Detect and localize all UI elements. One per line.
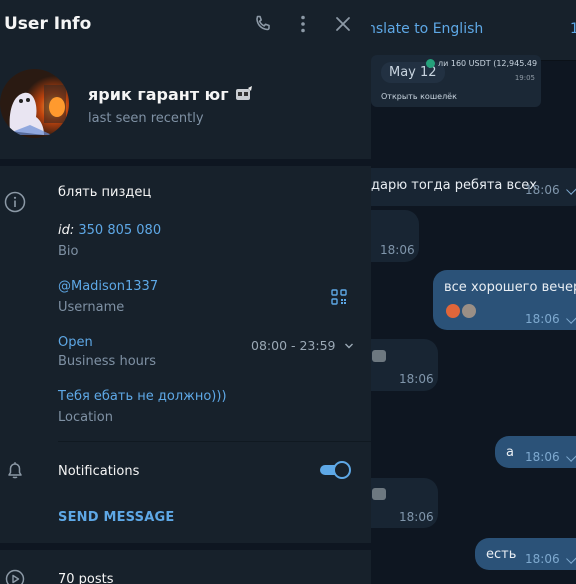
translate-link[interactable]: nslate to English (371, 21, 483, 37)
tether-icon (426, 59, 435, 68)
sticker-icon (372, 350, 386, 362)
bio-text: блять пиздец (58, 185, 152, 200)
business-hours-status: Open (58, 335, 93, 350)
message-time: 18:06 (380, 243, 415, 257)
translate-edge-text: 1 (570, 21, 576, 37)
business-hours-range: 08:00 - 23:59 (251, 338, 336, 353)
message-bubble[interactable]: дарю тогда ребята всех 18:06 (371, 168, 576, 206)
last-seen-status: last seen recently (88, 111, 204, 126)
message-time: 18:06 (525, 552, 560, 566)
open-wallet-button[interactable]: Открыть кошелёк (381, 92, 457, 101)
notifications-toggle[interactable] (320, 461, 351, 479)
read-check-icon (566, 311, 576, 324)
message-text: дарю тогда ребята всех (371, 178, 537, 193)
divider (58, 441, 371, 442)
reaction-icon[interactable] (446, 304, 460, 318)
message-bubble[interactable]: а 18:06 (495, 436, 576, 468)
profile-name: ярик гарант юг (88, 85, 253, 106)
message-bubble[interactable]: 18:06 (371, 478, 438, 528)
chat-top-bar: nslate to English 1 (371, 0, 576, 61)
message-bubble[interactable]: 18:06 (371, 210, 419, 262)
bio-label: Bio (58, 244, 79, 259)
posts-count[interactable]: 70 posts (58, 572, 114, 584)
more-vertical-icon (301, 15, 305, 33)
read-check-icon (566, 182, 576, 195)
close-button[interactable] (331, 12, 355, 36)
reaction-avatar-icon (462, 304, 476, 318)
section-separator (0, 159, 371, 166)
user-id[interactable]: id: 350 805 080 (58, 223, 161, 238)
location-label: Location (58, 410, 113, 425)
message-text: а (506, 445, 514, 460)
notifications-label: Notifications (58, 464, 140, 479)
message-bubble[interactable]: есть 18:06 (475, 538, 576, 570)
user-id-prefix: id: (58, 223, 75, 238)
phone-icon (256, 15, 270, 31)
user-info-panel: User Info ярик гарант юг last seen recen… (0, 0, 371, 584)
chevron-down-icon (344, 343, 353, 349)
message-time: 18:06 (525, 312, 560, 326)
message-time: 18:06 (399, 372, 434, 386)
business-hours-label: Business hours (58, 354, 157, 369)
call-button[interactable] (251, 12, 275, 36)
panel-title: User Info (4, 14, 92, 34)
avatar[interactable] (0, 69, 69, 138)
message-time: 18:06 (525, 183, 560, 197)
message-text: есть (486, 547, 517, 562)
username-label: Username (58, 300, 125, 315)
message-time: 18:06 (525, 450, 560, 464)
read-check-icon (566, 551, 576, 564)
message-bubble[interactable]: все хорошего вечера 18:06 (433, 270, 576, 330)
bell-icon (5, 460, 25, 484)
read-check-icon (566, 449, 576, 462)
message-text: все хорошего вечера (444, 280, 576, 295)
wallet-time: 19:05 (514, 74, 535, 82)
message-bubble[interactable]: 18:06 (371, 339, 438, 391)
location-value[interactable]: Тебя ебать не должно))) (58, 389, 227, 404)
business-hours-dropdown[interactable]: 08:00 - 23:59 (251, 335, 354, 354)
more-options-button[interactable] (291, 12, 315, 36)
emoji-status-icon (235, 85, 253, 106)
toggle-knob (333, 461, 351, 479)
close-icon (336, 17, 350, 31)
send-message-button[interactable]: SEND MESSAGE (58, 510, 174, 525)
section-separator (0, 543, 371, 550)
username-value[interactable]: @Madison1337 (58, 279, 158, 294)
message-time: 18:06 (399, 510, 434, 524)
info-icon (4, 191, 26, 217)
user-id-value[interactable]: 350 805 080 (78, 223, 161, 238)
wallet-message[interactable]: May 12 ли 160 USDT (12,945.49 19:05 Откр… (371, 55, 541, 107)
posts-play-icon (5, 569, 25, 584)
wallet-amount: ли 160 USDT (12,945.49 (426, 59, 537, 68)
qr-code-icon[interactable] (331, 289, 347, 309)
sticker-icon (372, 488, 386, 500)
chat-area: nslate to English 1 May 12 ли 160 USDT (… (371, 0, 576, 584)
